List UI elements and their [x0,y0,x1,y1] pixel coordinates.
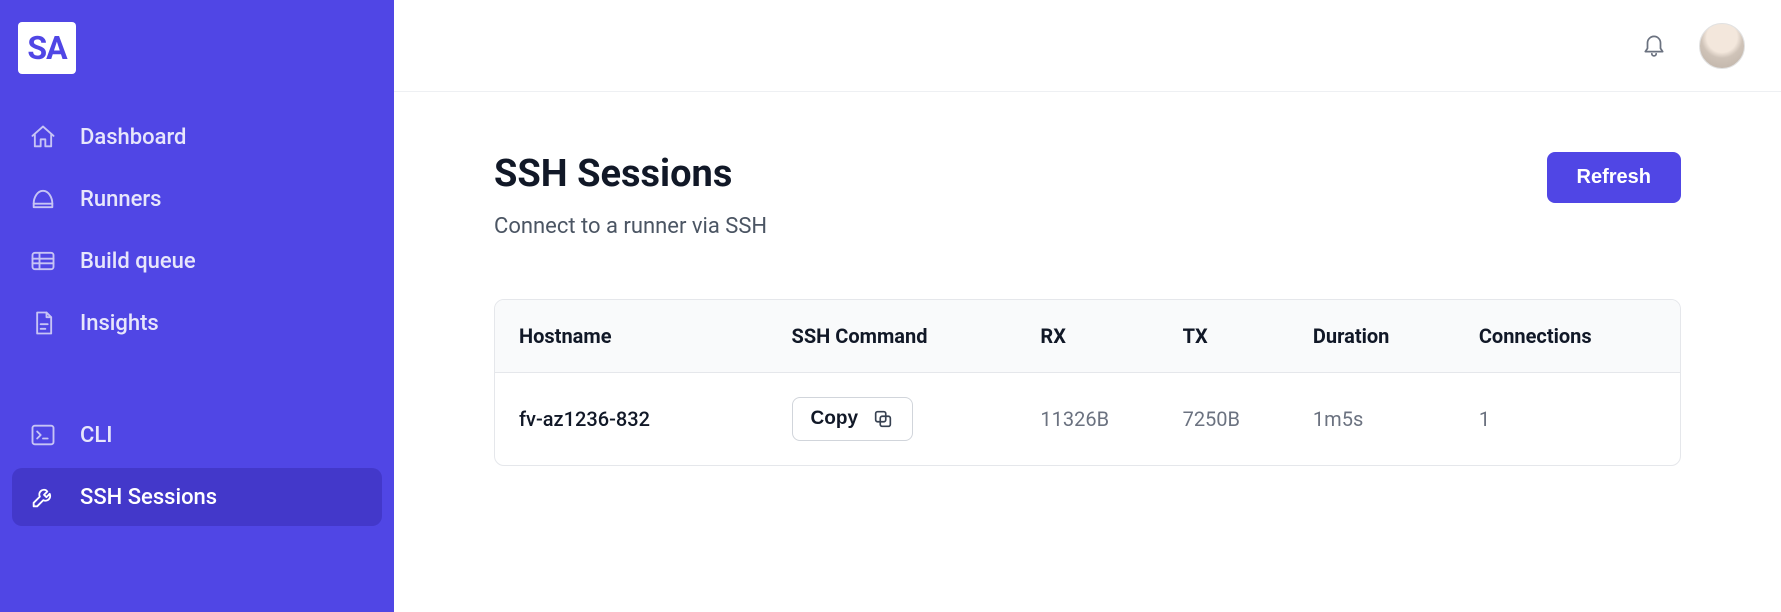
topbar [394,0,1781,92]
col-connections: Connections [1455,300,1680,373]
main: SSH Sessions Connect to a runner via SSH… [394,0,1781,612]
copy-icon [872,408,894,430]
cell-connections: 1 [1455,373,1680,466]
col-duration: Duration [1289,300,1455,373]
copy-ssh-button[interactable]: Copy [792,397,914,441]
cell-hostname: fv-az1236-832 [495,373,768,466]
col-rx: RX [1016,300,1158,373]
copy-label: Copy [811,408,859,430]
refresh-button[interactable]: Refresh [1547,152,1681,203]
avatar[interactable] [1699,23,1745,69]
sidebar-item-label: Insights [80,311,159,336]
sidebar: SA Dashboard Runners Build queue [0,0,394,612]
home-icon [28,122,58,152]
sidebar-item-dashboard[interactable]: Dashboard [12,108,382,166]
queue-icon [28,246,58,276]
sidebar-item-insights[interactable]: Insights [12,294,382,352]
sidebar-item-runners[interactable]: Runners [12,170,382,228]
table-header-row: Hostname SSH Command RX TX Duration Conn… [495,300,1680,373]
sidebar-item-label: Runners [80,187,161,212]
sidebar-item-cli[interactable]: CLI [12,406,382,464]
page-title: SSH Sessions [494,152,767,196]
server-icon [28,184,58,214]
sidebar-item-label: Build queue [80,249,196,274]
wrench-icon [28,482,58,512]
sidebar-item-ssh-sessions[interactable]: SSH Sessions [12,468,382,526]
col-ssh-command: SSH Command [768,300,1017,373]
sidebar-item-label: Dashboard [80,125,186,150]
cell-duration: 1m5s [1289,373,1455,466]
col-hostname: Hostname [495,300,768,373]
nav-group-secondary: CLI SSH Sessions [12,406,382,526]
sidebar-item-label: SSH Sessions [80,485,217,510]
document-icon [28,308,58,338]
cell-ssh-command: Copy [768,373,1017,466]
app-logo[interactable]: SA [18,22,76,74]
notifications-button[interactable] [1639,31,1669,61]
col-tx: TX [1159,300,1289,373]
nav-group-main: Dashboard Runners Build queue Insights [12,108,382,352]
bell-icon [1641,31,1667,61]
terminal-icon [28,420,58,450]
cell-rx: 11326B [1016,373,1158,466]
sidebar-item-label: CLI [80,423,112,448]
sidebar-item-build-queue[interactable]: Build queue [12,232,382,290]
page-subtitle: Connect to a runner via SSH [494,214,767,239]
table-row: fv-az1236-832 Copy 11326B 7250B [495,373,1680,466]
sessions-table: Hostname SSH Command RX TX Duration Conn… [494,299,1681,466]
page-header: SSH Sessions Connect to a runner via SSH… [494,152,1681,239]
cell-tx: 7250B [1159,373,1289,466]
content: SSH Sessions Connect to a runner via SSH… [394,92,1781,466]
